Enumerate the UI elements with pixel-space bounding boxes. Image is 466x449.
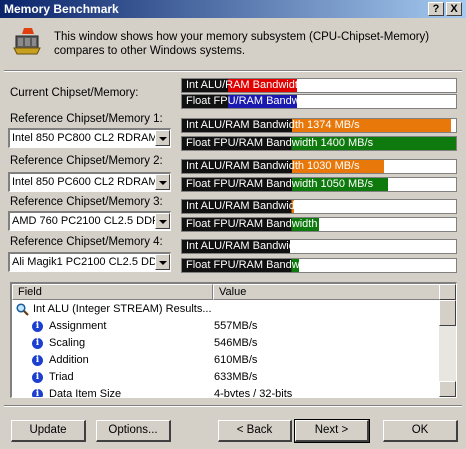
current-float-bar: Float FPU/RAM Bandwidth 586 MB/s <box>181 94 457 109</box>
reference-1-int-bar: Int ALU/RAM Bandwidth 1374 MB/s <box>181 118 457 133</box>
info-icon: i <box>32 372 43 383</box>
list-item[interactable]: i Addition 610MB/s <box>12 352 440 369</box>
next-button[interactable]: Next > <box>294 419 370 443</box>
reference-2-float-text: Float FPU/RAM Bandwidth 1050 MB/s <box>186 178 374 190</box>
reference-1-float-text: Float FPU/RAM Bandwidth 1400 MB/s <box>186 137 374 149</box>
reference-3-select[interactable]: AMD 760 PC2100 CL2.5 DDR <box>8 211 171 231</box>
reference-4-int-bar: Int ALU/RAM Bandwidth 553 MB/s <box>181 239 457 254</box>
value-cell: 4-bytes / 32-bits <box>214 388 293 398</box>
chevron-down-icon[interactable] <box>155 174 170 190</box>
list-item[interactable]: i Assignment 557MB/s <box>12 318 440 335</box>
close-button[interactable]: X <box>446 2 462 16</box>
list-scrollbar[interactable] <box>439 284 456 397</box>
list-item[interactable]: Int ALU (Integer STREAM) Results... <box>12 301 440 318</box>
separator <box>4 70 462 72</box>
reference-2-label: Reference Chipset/Memory 2: <box>10 155 163 167</box>
field-cell: Triad <box>49 371 74 383</box>
reference-2-select[interactable]: Intel 850 PC600 CL2 RDRAM <box>8 172 171 192</box>
magnifier-icon <box>16 303 29 316</box>
value-cell: 546MB/s <box>214 337 258 349</box>
reference-4-selected: Ali Magik1 PC2100 CL2.5 DDR <box>12 256 155 268</box>
reference-3-float-text: Float FPU/RAM Bandwidth 700 MB/s <box>186 218 367 230</box>
info-icon: i <box>32 321 43 332</box>
field-cell: Data Item Size <box>49 388 122 398</box>
column-header-field[interactable]: Field <box>12 284 213 300</box>
options-button[interactable]: Options... <box>96 420 171 442</box>
intro-text: This window shows how your memory subsys… <box>54 31 430 57</box>
current-float-bar-text: Float FPU/RAM Bandwidth 586 MB/s <box>186 95 367 107</box>
info-icon: i <box>32 389 43 397</box>
field-cell: Assignment <box>49 320 107 332</box>
info-icon: i <box>32 355 43 366</box>
title-bar: Memory Benchmark ? X <box>0 0 466 18</box>
chevron-down-icon[interactable] <box>155 130 170 146</box>
reference-4-int-text: Int ALU/RAM Bandwidth 553 MB/s <box>186 240 354 252</box>
reference-3-int-bar: Int ALU/RAM Bandwidth 573 MB/s <box>181 199 457 214</box>
reference-1-select[interactable]: Intel 850 PC800 CL2 RDRAM <box>8 128 171 148</box>
current-int-bar-text: Int ALU/RAM Bandwidth 586 MB/s <box>186 79 354 91</box>
value-cell: 610MB/s <box>214 354 258 366</box>
reference-1-selected: Intel 850 PC800 CL2 RDRAM <box>12 132 155 144</box>
reference-3-label: Reference Chipset/Memory 3: <box>10 196 163 208</box>
separator <box>4 405 462 407</box>
reference-2-selected: Intel 850 PC600 CL2 RDRAM <box>12 176 155 188</box>
scroll-thumb[interactable] <box>439 300 456 326</box>
results-list[interactable]: Field Value Int ALU (Integer STREAM) Res… <box>10 282 457 398</box>
ok-button[interactable]: OK <box>383 420 458 442</box>
chevron-down-icon[interactable] <box>155 254 170 270</box>
current-label: Current Chipset/Memory: <box>10 87 139 99</box>
field-cell: Scaling <box>49 337 86 349</box>
reference-4-float-text: Float FPU/RAM Bandwidth 599 MB/s <box>186 259 367 271</box>
reference-3-selected: AMD 760 PC2100 CL2.5 DDR <box>12 215 155 227</box>
value-cell: 633MB/s <box>214 371 258 383</box>
field-cell: Addition <box>49 354 89 366</box>
info-icon: i <box>32 338 43 349</box>
list-item[interactable]: i Data Item Size 4-bytes / 32-bits <box>12 386 440 398</box>
reference-3-float-bar: Float FPU/RAM Bandwidth 700 MB/s <box>181 217 457 232</box>
reference-1-float-bar: Float FPU/RAM Bandwidth 1400 MB/s <box>181 136 457 151</box>
update-button[interactable]: Update <box>11 420 86 442</box>
reference-1-int-text: Int ALU/RAM Bandwidth 1374 MB/s <box>186 119 360 131</box>
window-title: Memory Benchmark <box>4 2 119 16</box>
reference-2-float-bar: Float FPU/RAM Bandwidth 1050 MB/s <box>181 177 457 192</box>
column-header-value[interactable]: Value <box>213 284 440 300</box>
reference-1-label: Reference Chipset/Memory 1: <box>10 113 163 125</box>
reference-2-int-text: Int ALU/RAM Bandwidth 1030 MB/s <box>186 160 360 172</box>
current-int-bar: Int ALU/RAM Bandwidth 586 MB/s <box>181 78 457 93</box>
value-cell: 557MB/s <box>214 320 258 332</box>
scroll-down-button[interactable] <box>439 381 456 397</box>
memory-chip-icon <box>13 28 41 55</box>
list-item[interactable]: i Scaling 546MB/s <box>12 335 440 352</box>
reference-3-int-text: Int ALU/RAM Bandwidth 573 MB/s <box>186 200 354 212</box>
help-button[interactable]: ? <box>428 2 444 16</box>
list-item[interactable]: i Triad 633MB/s <box>12 369 440 386</box>
reference-2-int-bar: Int ALU/RAM Bandwidth 1030 MB/s <box>181 159 457 174</box>
reference-4-select[interactable]: Ali Magik1 PC2100 CL2.5 DDR <box>8 252 171 272</box>
scroll-up-button[interactable] <box>439 284 456 300</box>
field-cell: Int ALU (Integer STREAM) Results... <box>33 303 212 315</box>
reference-4-float-bar: Float FPU/RAM Bandwidth 599 MB/s <box>181 258 457 273</box>
back-button[interactable]: < Back <box>218 420 292 442</box>
reference-4-label: Reference Chipset/Memory 4: <box>10 236 163 248</box>
chevron-down-icon[interactable] <box>155 213 170 229</box>
